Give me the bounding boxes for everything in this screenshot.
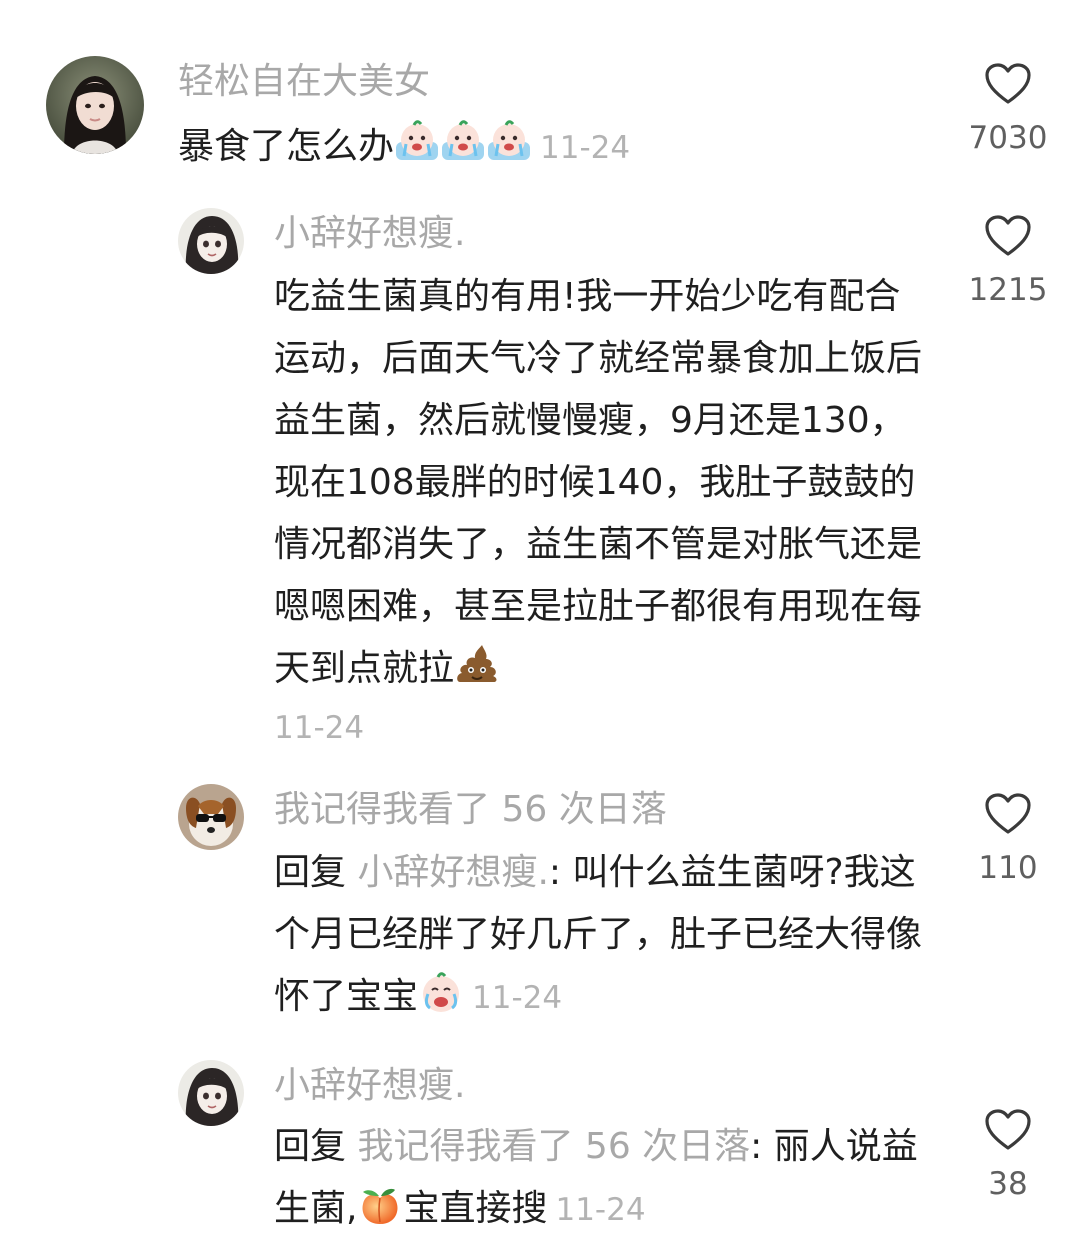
comment-date: 11-24	[274, 710, 365, 746]
heart-icon	[985, 215, 1031, 256]
comment-date: 11-24	[555, 1192, 646, 1228]
anime-avatar-girl-icon	[178, 208, 244, 274]
username[interactable]: 小辞好想瘦.	[274, 1062, 465, 1110]
like-button[interactable]: 110	[958, 792, 1058, 888]
poop-emoji-icon	[454, 642, 500, 688]
anime-avatar-girl-icon	[178, 1060, 244, 1126]
comment-date: 11-24	[472, 980, 563, 1016]
avatar[interactable]	[178, 1060, 244, 1126]
comment-text-block: 回复 我记得我看了 56 次日落: 丽人说益生菌, 宝直接搜 11-24	[274, 1116, 926, 1241]
reply-target-username[interactable]: 我记得我看了 56 次日落	[357, 1126, 750, 1167]
heart-icon	[985, 63, 1031, 104]
crying-peach-emoji-icon	[440, 118, 486, 164]
reply-separator: :	[548, 852, 562, 893]
comment-text-row: 暴食了怎么办 11-24	[178, 118, 938, 176]
comment-text-after: 宝直接搜	[403, 1188, 548, 1229]
like-button[interactable]: 1215	[958, 214, 1058, 310]
like-button[interactable]: 7030	[958, 62, 1058, 158]
peach-emoji-icon	[357, 1182, 403, 1228]
username[interactable]: 我记得我看了 56 次日落	[274, 786, 667, 834]
username[interactable]: 轻松自在大美女	[178, 58, 430, 106]
like-count: 7030	[968, 120, 1048, 156]
heart-icon	[985, 1109, 1031, 1150]
avatar[interactable]	[178, 208, 244, 274]
crying-peach-emoji-icon	[418, 970, 464, 1016]
reply-separator: :	[750, 1126, 763, 1167]
like-count: 38	[988, 1166, 1028, 1202]
crying-peach-emoji-icon	[394, 118, 440, 164]
crying-peach-emoji-icon	[486, 118, 532, 164]
comment-text: 暴食了怎么办	[178, 126, 395, 167]
avatar[interactable]	[178, 784, 244, 850]
like-count: 1215	[968, 272, 1048, 308]
reply-prefix: 回复	[274, 852, 347, 893]
like-count: 110	[978, 850, 1038, 886]
comment-item: 轻松自在大美女 暴食了怎么办 11-24 7030	[0, 0, 1080, 190]
reply-target-username[interactable]: 小辞好想瘦.	[357, 852, 548, 893]
like-button[interactable]: 38	[958, 1108, 1058, 1204]
comment-text: 吃益生菌真的有用!我一开始少吃有配合运动，后面天气冷了就经常暴食加上饭后益生菌，…	[274, 276, 923, 689]
comment-text-block: 回复 小辞好想瘦.: 叫什么益生菌呀?我这个月已经胖了好几斤了，肚子已经大得像怀…	[274, 842, 926, 1029]
heart-icon	[985, 793, 1031, 834]
comment-date: 11-24	[540, 130, 631, 166]
dog-avatar-icon	[178, 784, 244, 850]
photo-avatar-girl-icon	[46, 56, 144, 154]
avatar[interactable]	[46, 56, 144, 154]
reply-prefix: 回复	[274, 1126, 347, 1167]
comment-text-block: 吃益生菌真的有用!我一开始少吃有配合运动，后面天气冷了就经常暴食加上饭后益生菌，…	[274, 266, 926, 700]
username[interactable]: 小辞好想瘦.	[274, 210, 465, 258]
